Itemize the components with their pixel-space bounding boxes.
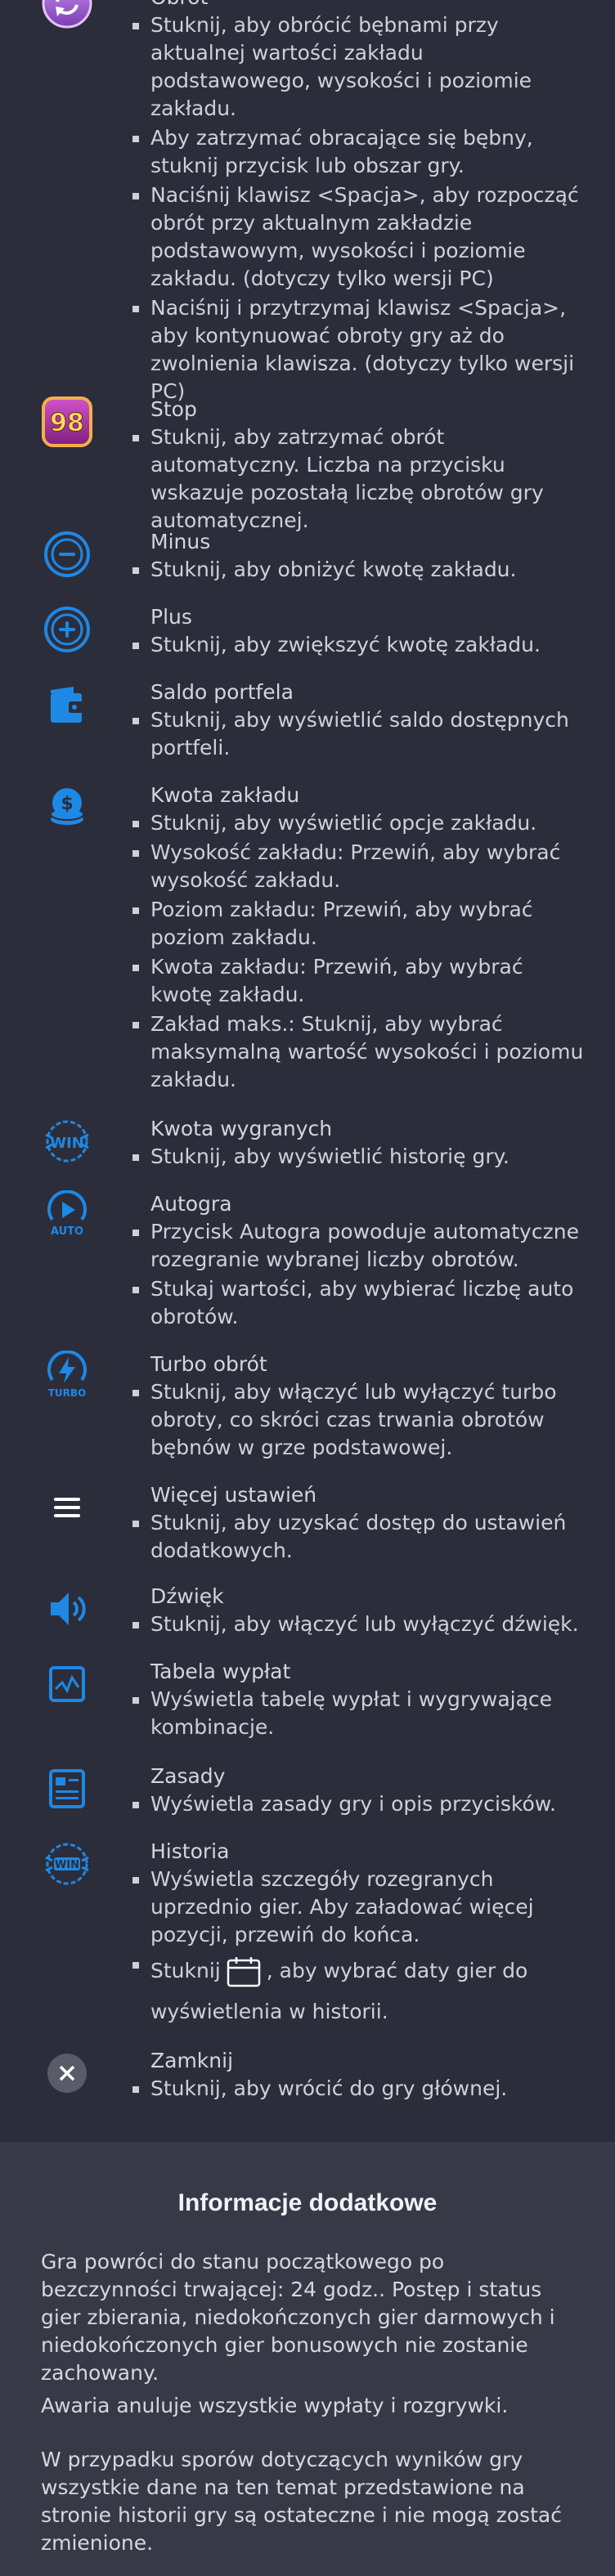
calendar-text-line2: wyświetlenia w historii.: [150, 2000, 388, 2023]
rule-bullet: Stuknij, aby wyświetlić saldo dostępnych…: [132, 706, 584, 762]
rule-title: Turbo obrót: [150, 1352, 267, 1376]
rule-bullet: Wysokość zakładu: Przewiń, aby wybrać wy…: [132, 839, 584, 894]
rule-bullets: Stuknij, aby wyświetlić historię gry.: [132, 1143, 584, 1171]
rule-bullet: Stuknij, aby obrócić bębnami przy aktual…: [132, 11, 584, 123]
rule-title: Kwota wygranych: [150, 1117, 333, 1140]
rule-bullet: Stuknij, aby wyświetlić opcje zakładu.: [132, 809, 584, 837]
rule-bullet: Aby zatrzymać obracające się bębny, stuk…: [132, 124, 584, 180]
rule-bullet: Stuknij, aby uzyskać dostęp do ustawień …: [132, 1509, 584, 1565]
rule-title: Saldo portfela: [150, 680, 294, 704]
wallet-icon: [41, 679, 93, 731]
turbo-icon-text: TURBO: [48, 1387, 87, 1399]
rule-bullets: Stuknij, aby wyświetlić saldo dostępnych…: [132, 706, 584, 762]
rule-title: Dźwięk: [150, 1584, 224, 1608]
rule-title: Zamknij: [150, 2049, 234, 2072]
history-icon: WIN: [41, 1838, 93, 1890]
rule-bullet-calendar: Stuknij , aby wybrać daty gier do wyświe…: [132, 1951, 584, 2032]
turbo-icon: TURBO: [41, 1351, 93, 1403]
rule-bullet: Stuknij, aby obniżyć kwotę zakładu.: [132, 556, 584, 584]
rule-bullet: Stuknij, aby włączyć lub wyłączyć dźwięk…: [132, 1611, 584, 1638]
rule-bullet: Wyświetla zasady gry i opis przycisków.: [132, 1790, 584, 1818]
rule-bullets: Stuknij, aby wrócić do gry głównej.: [132, 2075, 584, 2103]
rule-bullets: Stuknij, aby włączyć lub wyłączyć dźwięk…: [132, 1611, 584, 1638]
rule-bullets: Wyświetla szczegóły rozegranych uprzedni…: [132, 1866, 584, 2032]
rule-bullet: Stukaj wartości, aby wybierać liczbę aut…: [132, 1275, 584, 1331]
info-paragraph: Awaria anuluje wszystkie wypłaty i rozgr…: [41, 2394, 509, 2417]
rules-section: Obrót Stuknij, aby obrócić bębnami przy …: [0, 0, 615, 2142]
rule-title: Plus: [150, 605, 192, 629]
win-icon: WIN: [41, 1115, 93, 1167]
rule-bullet: Naciśnij i przytrzymaj klawisz <Spacja>,…: [132, 294, 584, 405]
close-icon: [41, 2047, 93, 2099]
rule-bullet: Naciśnij klawisz <Spacja>, aby rozpocząć…: [132, 181, 584, 293]
minus-icon: [41, 528, 93, 580]
stop-counter-icon: 98: [41, 396, 93, 448]
rule-title: Stop: [150, 397, 197, 421]
rule-bullets: Stuknij, aby zwiększyć kwotę zakładu.: [132, 631, 584, 659]
calendar-text-before: Stuknij: [150, 1959, 221, 1982]
rule-bullet: Przycisk Autogra powoduje automatyczne r…: [132, 1218, 584, 1274]
rule-title: Zasady: [150, 1764, 226, 1788]
rule-bullets: Stuknij, aby obniżyć kwotę zakładu.: [132, 556, 584, 584]
rule-bullets: Stuknij, aby uzyskać dostęp do ustawień …: [132, 1509, 584, 1565]
auto-icon-text: AUTO: [51, 1225, 83, 1238]
rule-bullets: Wyświetla tabelę wypłat i wygrywające ko…: [132, 1686, 584, 1741]
rules-icon: [41, 1763, 93, 1815]
calendar-icon: [227, 1957, 260, 1987]
rule-bullets: Stuknij, aby zatrzymać obrót automatyczn…: [132, 423, 584, 535]
info-paragraph: Gra powróci do stanu początkowego po bez…: [41, 2250, 555, 2385]
rule-title: Tabela wypłat: [150, 1660, 291, 1683]
rule-title: Minus: [150, 530, 211, 553]
rule-bullets: Wyświetla zasady gry i opis przycisków.: [132, 1790, 584, 1818]
rule-bullets: Przycisk Autogra powoduje automatyczne r…: [132, 1218, 584, 1331]
calendar-text-after: , aby wybrać daty gier do: [266, 1959, 528, 1982]
auto-play-icon: AUTO: [41, 1190, 93, 1243]
svg-text:$: $: [61, 794, 73, 814]
rule-bullets: Stuknij, aby wyświetlić opcje zakładu. W…: [132, 809, 584, 1094]
rule-title: Obrót: [150, 0, 584, 11]
rule-bullet: Wyświetla tabelę wypłat i wygrywające ko…: [132, 1686, 584, 1741]
rule-bullet: Kwota zakładu: Przewiń, aby wybrać kwotę…: [132, 953, 584, 1009]
additional-info-section: Informacje dodatkowe Gra powróci do stan…: [0, 2142, 615, 2576]
info-paragraph: W przypadku sporów dotyczących wyników g…: [41, 2448, 562, 2555]
spin-icon: [41, 0, 93, 29]
menu-icon: [41, 1481, 93, 1534]
plus-icon: [41, 603, 93, 656]
paytable-icon: [41, 1658, 93, 1710]
coins-icon: $: [41, 782, 93, 834]
rule-bullets: Stuknij, aby włączyć lub wyłączyć turbo …: [132, 1378, 584, 1462]
rule-bullet: Stuknij, aby zwiększyć kwotę zakładu.: [132, 631, 584, 659]
history-icon-text: WIN: [55, 1859, 79, 1871]
rule-bullet: Stuknij, aby zatrzymać obrót automatyczn…: [132, 423, 584, 535]
rule-title: Więcej ustawień: [150, 1483, 317, 1507]
rule-title: Kwota zakładu: [150, 783, 300, 807]
rule-bullet: Poziom zakładu: Przewiń, aby wybrać pozi…: [132, 896, 584, 952]
rule-bullet: Zakład maks.: Stuknij, aby wybrać maksym…: [132, 1010, 584, 1094]
rule-title: Autogra: [150, 1192, 232, 1216]
rule-bullet: Stuknij, aby włączyć lub wyłączyć turbo …: [132, 1378, 584, 1462]
rule-title: Historia: [150, 1839, 230, 1863]
stop-counter-value: 98: [50, 409, 84, 437]
rule-bullets: Stuknij, aby obrócić bębnami przy aktual…: [132, 11, 584, 405]
rule-bullet: Stuknij, aby wyświetlić historię gry.: [132, 1143, 584, 1171]
rule-bullet: Stuknij, aby wrócić do gry głównej.: [132, 2075, 584, 2103]
sound-icon: [41, 1583, 93, 1635]
info-title: Informacje dodatkowe: [177, 2189, 438, 2216]
win-icon-text: WIN: [50, 1135, 84, 1152]
rule-bullet: Wyświetla szczegóły rozegranych uprzedni…: [132, 1866, 584, 1949]
